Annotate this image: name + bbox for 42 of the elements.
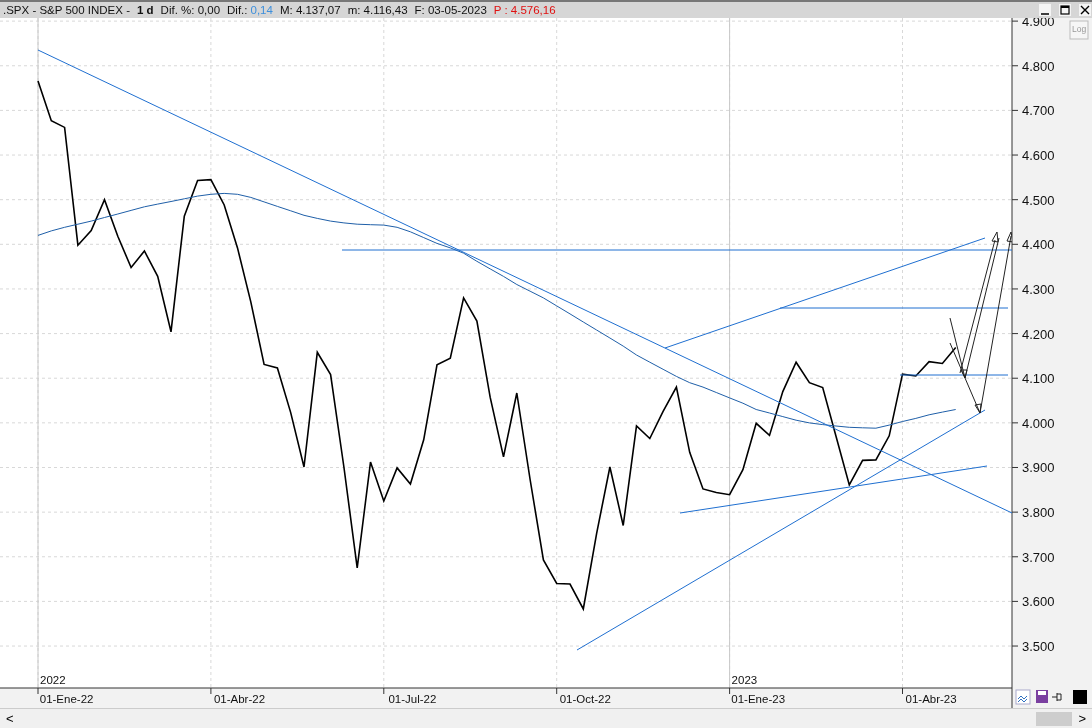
- color-swatch-icon[interactable]: [1073, 690, 1087, 704]
- price-axis-label: 4.300: [1022, 281, 1055, 297]
- change-label: Dif.:: [227, 4, 248, 16]
- date-axis-label: 01-Abr-23: [905, 693, 957, 705]
- date-axis-label: 01-Ene-23: [731, 693, 786, 705]
- price-axis-label: 4.100: [1022, 371, 1055, 387]
- scroll-left-arrow[interactable]: <: [0, 711, 20, 726]
- interval-label: 1 d: [137, 4, 154, 16]
- minimize-icon[interactable]: [1039, 4, 1051, 16]
- low-value: m: 4.116,43: [347, 4, 408, 16]
- close-icon[interactable]: [1079, 4, 1091, 16]
- year-label: 2023: [731, 674, 758, 686]
- price-axis-label: 4.800: [1022, 58, 1055, 74]
- date-axis-label: 01-Abr-22: [213, 693, 266, 705]
- price-axis-label: 3.900: [1022, 460, 1055, 476]
- price-axis-label: 3.500: [1022, 639, 1055, 655]
- date-value: F: 03-05-2023: [414, 4, 487, 16]
- horizontal-scrollbar[interactable]: < >: [0, 708, 1092, 728]
- price-value: P : 4.576,16: [493, 4, 556, 16]
- scroll-thumb[interactable]: [1036, 711, 1073, 726]
- high-value: M: 4.137,07: [279, 4, 341, 16]
- price-axis-label: 4.400: [1022, 237, 1055, 253]
- pin-icon[interactable]: [1051, 692, 1062, 702]
- price-axis-label: 3.700: [1022, 549, 1055, 565]
- change-percent: Dif. %: 0,00: [160, 4, 221, 16]
- maximize-icon[interactable]: [1059, 4, 1071, 16]
- date-axis-label: 01-Jul-22: [388, 693, 437, 705]
- price-axis-label: 4.600: [1022, 148, 1055, 164]
- date-axis-label: 01-Oct-22: [559, 693, 611, 705]
- date-axis-label: 01-Ene-22: [39, 693, 94, 705]
- price-axis-label: 3.800: [1022, 505, 1055, 521]
- symbol-label: .SPX - S&P 500 INDEX -: [3, 4, 130, 16]
- scroll-right-arrow[interactable]: >: [1072, 711, 1092, 726]
- price-axis-label: 4.700: [1022, 103, 1055, 119]
- save-icon[interactable]: [1036, 690, 1048, 703]
- price-axis-label: 4.000: [1022, 415, 1055, 431]
- chart-type-icon[interactable]: [1015, 689, 1031, 705]
- price-axis-label: 4.200: [1022, 326, 1055, 342]
- change-value: 0,14: [250, 4, 273, 16]
- price-axis-label: 4.500: [1022, 192, 1055, 208]
- year-label: 2022: [40, 674, 66, 686]
- price-axis-label: 3.600: [1022, 594, 1055, 610]
